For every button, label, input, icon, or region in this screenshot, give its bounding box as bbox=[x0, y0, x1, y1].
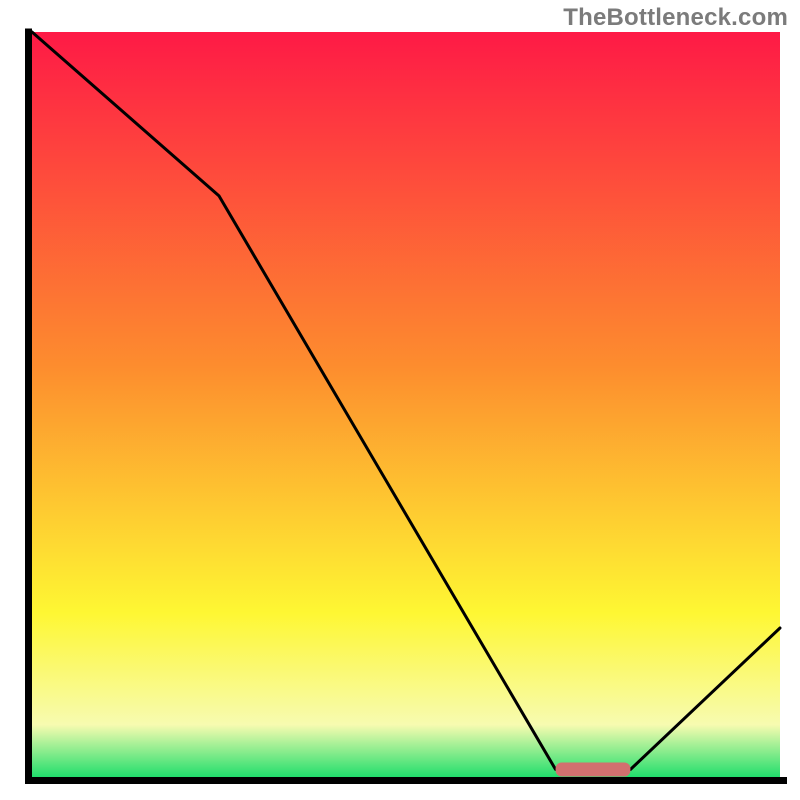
optimal-range-marker bbox=[556, 763, 631, 777]
chart-stage: TheBottleneck.com bbox=[0, 0, 800, 800]
plot-background bbox=[32, 32, 780, 777]
bottleneck-chart bbox=[0, 0, 800, 800]
